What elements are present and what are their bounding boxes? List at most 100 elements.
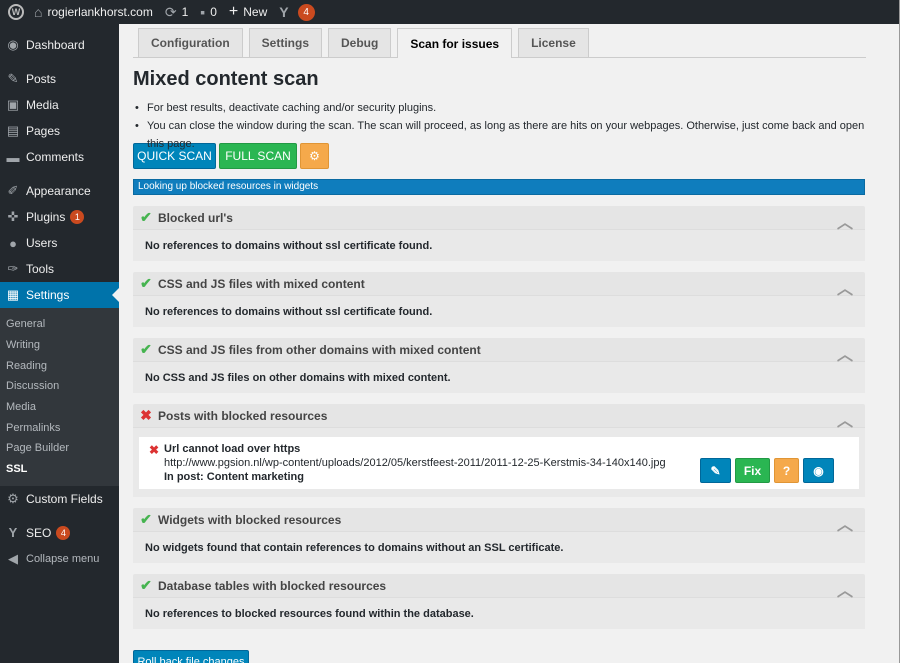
settings-tabs: Configuration Settings Debug Scan for is… [133, 24, 866, 58]
panel-header[interactable]: ✔ CSS and JS files from other domains wi… [133, 338, 865, 364]
panel-widgets-blocked-resources: ✔ Widgets with blocked resources ︿ No wi… [133, 508, 865, 563]
panel-header[interactable]: ✔ CSS and JS files with mixed content ︿ [133, 272, 865, 298]
settings-icon: ▦ [6, 287, 20, 302]
panel-body: ✖ Url cannot load over https http://www.… [133, 427, 865, 497]
checkmark-icon: ✔ [140, 511, 152, 527]
full-scan-button[interactable]: FULL SCAN [219, 143, 297, 169]
roll-back-file-changes-button[interactable]: Roll back file changes [133, 650, 249, 663]
sidebar-item-label: Media [26, 98, 59, 112]
panel-posts-blocked-resources: ✖ Posts with blocked resources ︿ ✖ Url c… [133, 404, 865, 497]
sidebar-item-media[interactable]: ▣ Media [0, 92, 119, 118]
refresh-icon: ⟳ [164, 4, 177, 20]
sidebar-item-label: Settings [26, 288, 70, 302]
panel-title: Database tables with blocked resources [158, 578, 387, 593]
comments-count: 0 [210, 5, 217, 19]
new-label: New [243, 5, 268, 19]
panel-blocked-urls: ✔ Blocked url's ︿ No references to domai… [133, 206, 865, 261]
submenu-item-writing[interactable]: Writing [0, 335, 119, 356]
hide-eye-icon: ◉ [813, 463, 824, 478]
tab-scan-for-issues[interactable]: Scan for issues [397, 28, 513, 58]
issue-row: ✖ Url cannot load over https http://www.… [139, 437, 859, 489]
sidebar-item-label: Pages [26, 124, 61, 138]
updates-link[interactable]: ⟳ 1 [159, 0, 194, 24]
plus-icon: + [228, 3, 239, 20]
sidebar-item-label: Appearance [26, 184, 91, 198]
admin-bar: W ⌂ rogierlankhorst.com ⟳ 1 ▪ 0 + New Y … [0, 0, 900, 24]
brush-icon: ✐ [7, 183, 19, 198]
chevron-up-icon[interactable]: ︿ [837, 275, 853, 299]
checkmark-icon: ✔ [140, 577, 152, 593]
site-name-link[interactable]: ⌂ rogierlankhorst.com [28, 0, 159, 24]
sidebar-item-comments[interactable]: ▬ Comments [0, 144, 119, 170]
help-button[interactable]: ? [774, 458, 799, 483]
comments-link[interactable]: ▪ 0 [194, 0, 223, 24]
gear-icon: ⚙ [309, 149, 320, 163]
submenu-item-ssl[interactable]: SSL [0, 459, 119, 480]
sidebar-item-label: Posts [26, 72, 57, 86]
fix-button[interactable]: Fix [735, 458, 770, 483]
scan-progress-bar: Looking up blocked resources in widgets [133, 179, 865, 195]
sidebar-item-label: Plugins [26, 210, 66, 224]
sidebar-item-pages[interactable]: ▤ Pages [0, 118, 119, 144]
chevron-up-icon[interactable]: ︿ [837, 511, 853, 535]
instructions-list: For best results, deactivate caching and… [133, 99, 866, 150]
sidebar-item-posts[interactable]: ✎ Posts [0, 66, 119, 92]
tab-license[interactable]: License [518, 28, 589, 57]
sidebar-item-label: Custom Fields [26, 491, 103, 506]
panel-title: CSS and JS files from other domains with… [158, 342, 481, 357]
submenu-item-page-builder[interactable]: Page Builder [0, 438, 119, 459]
panel-body: No widgets found that contain references… [133, 531, 865, 563]
tab-settings[interactable]: Settings [248, 28, 322, 57]
submenu-item-general[interactable]: General [0, 314, 119, 335]
sidebar-item-appearance[interactable]: ✐ Appearance [0, 178, 119, 204]
chevron-up-icon[interactable]: ︿ [837, 577, 853, 601]
panel-body: No references to domains without ssl cer… [133, 295, 865, 327]
panel-body: No references to blocked resources found… [133, 597, 865, 629]
sidebar-item-tools[interactable]: ✑ Tools [0, 256, 119, 282]
sidebar-item-seo[interactable]: Y SEO 4 [0, 520, 119, 546]
chevron-up-icon[interactable]: ︿ [837, 407, 853, 431]
dashboard-icon: ◉ [7, 37, 19, 52]
wrench-icon: ✑ [7, 261, 19, 276]
chevron-up-icon[interactable]: ︿ [837, 341, 853, 365]
submenu-item-media[interactable]: Media [0, 397, 119, 418]
new-content-link[interactable]: + New [223, 0, 273, 24]
panel-css-js-mixed: ✔ CSS and JS files with mixed content ︿ … [133, 272, 865, 327]
panel-header[interactable]: ✖ Posts with blocked resources ︿ [133, 404, 865, 430]
panel-header[interactable]: ✔ Database tables with blocked resources… [133, 574, 865, 600]
submenu-item-discussion[interactable]: Discussion [0, 376, 119, 397]
collapse-icon: ◀ [8, 550, 18, 566]
plugins-count-badge: 1 [70, 210, 85, 224]
sidebar-item-plugins[interactable]: ✜ Plugins 1 [0, 204, 119, 230]
site-name-label: rogierlankhorst.com [47, 5, 153, 19]
submenu-item-permalinks[interactable]: Permalinks [0, 417, 119, 438]
seo-adminbar-link[interactable]: Y 4 [273, 0, 320, 24]
ignore-button[interactable]: ◉ [803, 458, 834, 483]
scan-settings-button[interactable]: ⚙ [300, 143, 329, 169]
seo-count-badge: 4 [56, 525, 71, 540]
tab-configuration[interactable]: Configuration [138, 28, 243, 57]
panel-body: No CSS and JS files on other domains wit… [133, 361, 865, 393]
sidebar-item-label: SEO [26, 525, 52, 540]
edit-button[interactable]: ✎ [700, 458, 731, 483]
plug-icon: ✜ [7, 209, 19, 224]
tab-debug[interactable]: Debug [328, 28, 392, 57]
sidebar-item-custom-fields[interactable]: ⚙ Custom Fields [0, 486, 119, 512]
error-x-icon: ✖ [140, 407, 152, 423]
page-title: Mixed content scan [133, 68, 319, 90]
gear-icon: ⚙ [7, 490, 19, 506]
panel-header[interactable]: ✔ Widgets with blocked resources ︿ [133, 508, 865, 534]
sidebar-item-settings[interactable]: ▦ Settings [0, 282, 119, 308]
user-icon: ● [9, 235, 17, 251]
wordpress-logo-icon[interactable]: W [4, 0, 28, 24]
chevron-up-icon[interactable]: ︿ [837, 209, 853, 233]
checkmark-icon: ✔ [140, 275, 152, 291]
submenu-item-reading[interactable]: Reading [0, 355, 119, 376]
panel-header[interactable]: ✔ Blocked url's ︿ [133, 206, 865, 232]
sidebar-item-dashboard[interactable]: ◉ Dashboard [0, 32, 119, 58]
comment-icon: ▬ [6, 149, 20, 165]
admin-sidebar: ◉ Dashboard ✎ Posts ▣ Media ▤ Pages ▬ Co… [0, 24, 119, 663]
error-x-icon: ✖ [149, 443, 160, 457]
collapse-menu-button[interactable]: ◀ Collapse menu [0, 546, 119, 572]
sidebar-item-users[interactable]: ● Users [0, 230, 119, 256]
